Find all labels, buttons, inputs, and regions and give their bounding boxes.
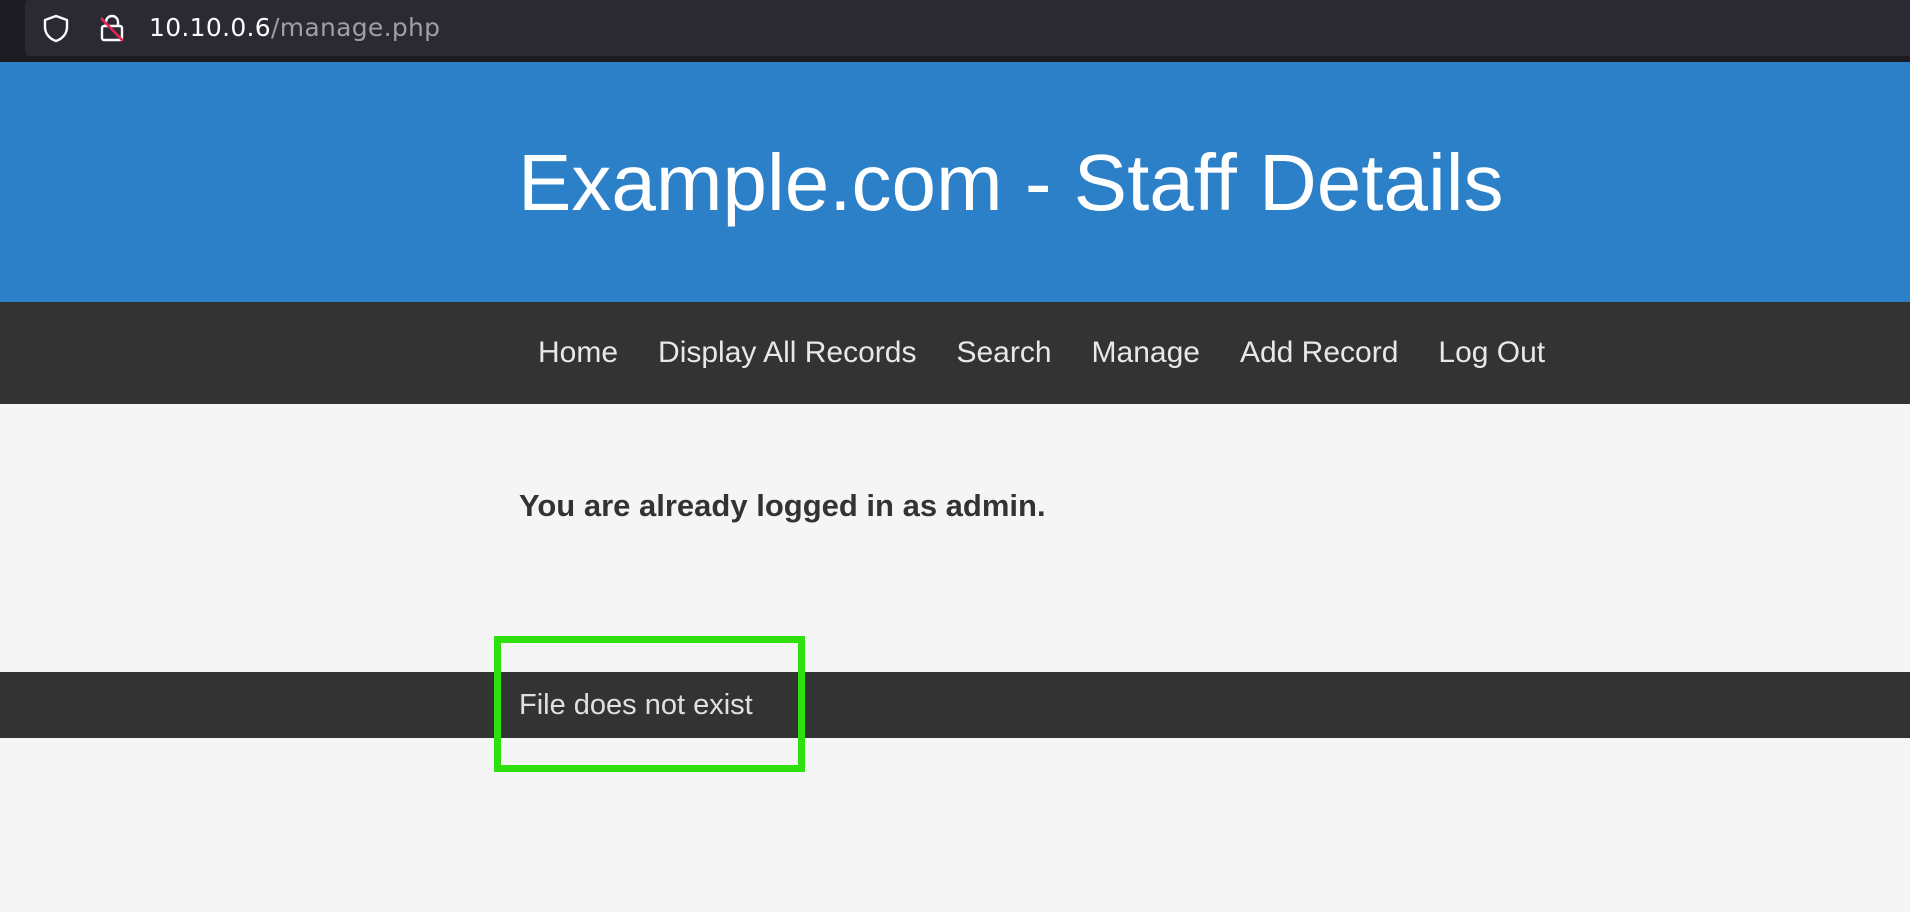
nav-link-manage[interactable]: Manage — [1072, 336, 1220, 370]
site-footer: File does not exist — [0, 672, 1910, 738]
browser-toolbar: 10.10.0.6/manage.php — [0, 0, 1910, 62]
insecure-lock-icon[interactable] — [97, 12, 127, 44]
file-status-message: File does not exist — [519, 689, 753, 721]
nav-link-add-record[interactable]: Add Record — [1220, 336, 1418, 370]
url-text[interactable]: 10.10.0.6/manage.php — [149, 13, 440, 43]
main-nav: Home Display All Records Search Manage A… — [0, 302, 1910, 404]
shield-icon[interactable] — [41, 13, 71, 43]
nav-link-home[interactable]: Home — [518, 336, 638, 370]
url-bar[interactable]: 10.10.0.6/manage.php — [25, 0, 1910, 56]
page-title: Example.com - Staff Details — [518, 138, 1504, 227]
page-bottom-area — [0, 738, 1910, 912]
nav-link-display-all-records[interactable]: Display All Records — [638, 336, 936, 370]
url-host: 10.10.0.6 — [149, 13, 271, 42]
main-content: You are already logged in as admin. — [0, 404, 1910, 672]
site-header: Example.com - Staff Details — [0, 62, 1910, 302]
nav-link-log-out[interactable]: Log Out — [1418, 336, 1565, 370]
nav-list: Home Display All Records Search Manage A… — [518, 302, 1565, 404]
url-path: /manage.php — [270, 13, 441, 42]
login-status-message: You are already logged in as admin. — [519, 488, 1046, 523]
nav-link-search[interactable]: Search — [936, 336, 1071, 370]
